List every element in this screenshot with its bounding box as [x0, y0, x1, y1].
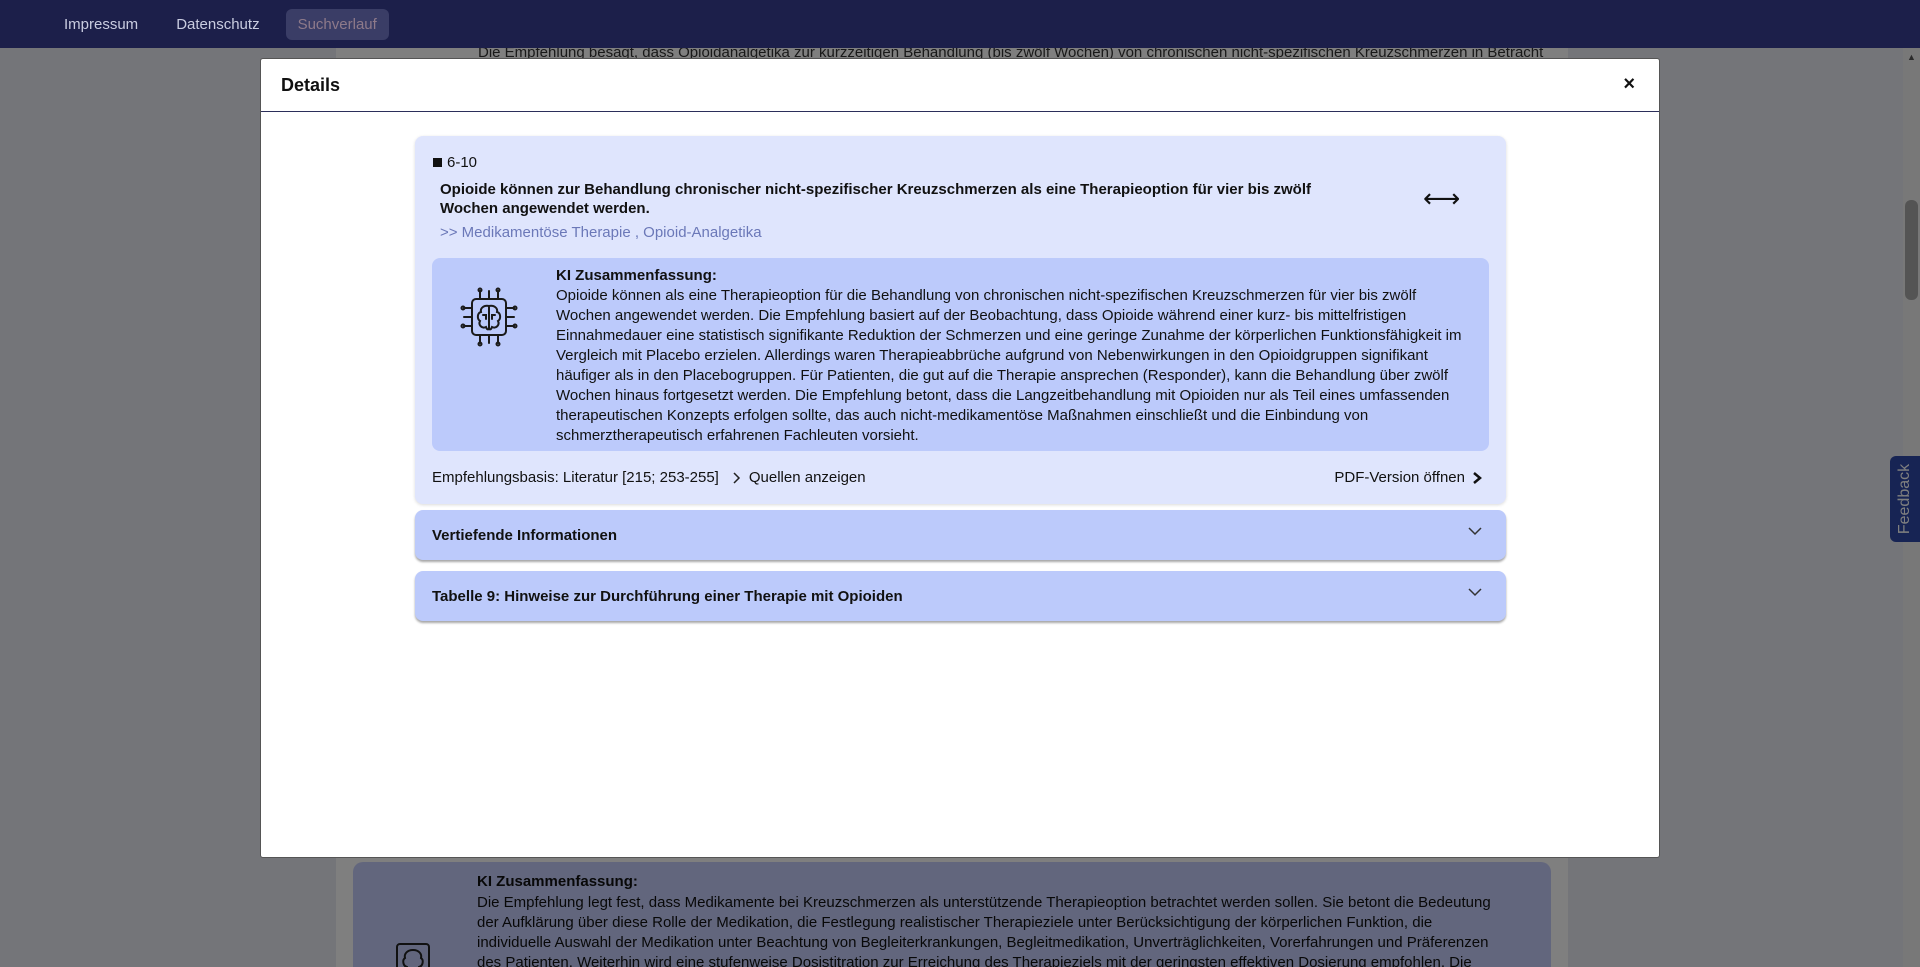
nav-link-suchverlauf[interactable]: Suchverlauf: [285, 8, 389, 40]
recommendation-footer: Empfehlungsbasis: Literatur [215; 253-25…: [432, 469, 1489, 486]
pdf-version-label: PDF-Version öffnen: [1334, 469, 1465, 486]
modal-header: Details ×: [261, 59, 1659, 112]
chevron-down-icon: [1468, 527, 1482, 536]
ki-summary-text: Opioide können als eine Therapieoption f…: [556, 287, 1462, 444]
recommendation-breadcrumb[interactable]: >> Medikamentöse Therapie , Opioid-Analg…: [440, 224, 762, 241]
recommendation-card: 6-10 Opioide können zur Behandlung chron…: [415, 136, 1506, 504]
pdf-version-link[interactable]: PDF-Version öffnen: [1334, 469, 1483, 486]
details-modal: Details × 6-10 Opioide können zur Behand…: [260, 58, 1660, 858]
double-arrow-icon: ⟷: [1423, 183, 1461, 213]
square-bullet-icon: [433, 158, 442, 167]
top-navigation: Impressum Datenschutz Suchverlauf: [0, 0, 1920, 48]
nav-link-impressum[interactable]: Impressum: [52, 9, 150, 40]
chevron-down-icon: [1468, 588, 1482, 597]
ki-summary-box: KI Zusammenfassung: Opioide können als e…: [432, 258, 1489, 451]
recommendation-basis: Empfehlungsbasis: Literatur [215; 253-25…: [432, 469, 719, 486]
recommendation-id: 6-10: [433, 154, 477, 171]
recommendation-text: Opioide können zur Behandlung chronische…: [440, 181, 1311, 217]
chevron-right-icon: [1473, 471, 1482, 484]
ki-summary-title: KI Zusammenfassung:: [556, 267, 717, 284]
accordion-vertiefende-informationen[interactable]: Vertiefende Informationen: [415, 510, 1506, 560]
close-icon[interactable]: ×: [1623, 73, 1635, 96]
recommendation-id-label: 6-10: [447, 154, 478, 171]
accordion-tabelle-9[interactable]: Tabelle 9: Hinweise zur Durchführung ein…: [415, 571, 1506, 621]
show-sources-link[interactable]: Quellen anzeigen: [749, 469, 866, 486]
nav-link-datenschutz[interactable]: Datenschutz: [164, 9, 271, 40]
brain-chip-icon: [460, 287, 518, 347]
accordion-label: Vertiefende Informationen: [432, 526, 618, 544]
chevron-right-icon[interactable]: [729, 471, 743, 485]
accordion-label: Tabelle 9: Hinweise zur Durchführung ein…: [432, 587, 903, 605]
modal-title: Details: [281, 74, 341, 95]
